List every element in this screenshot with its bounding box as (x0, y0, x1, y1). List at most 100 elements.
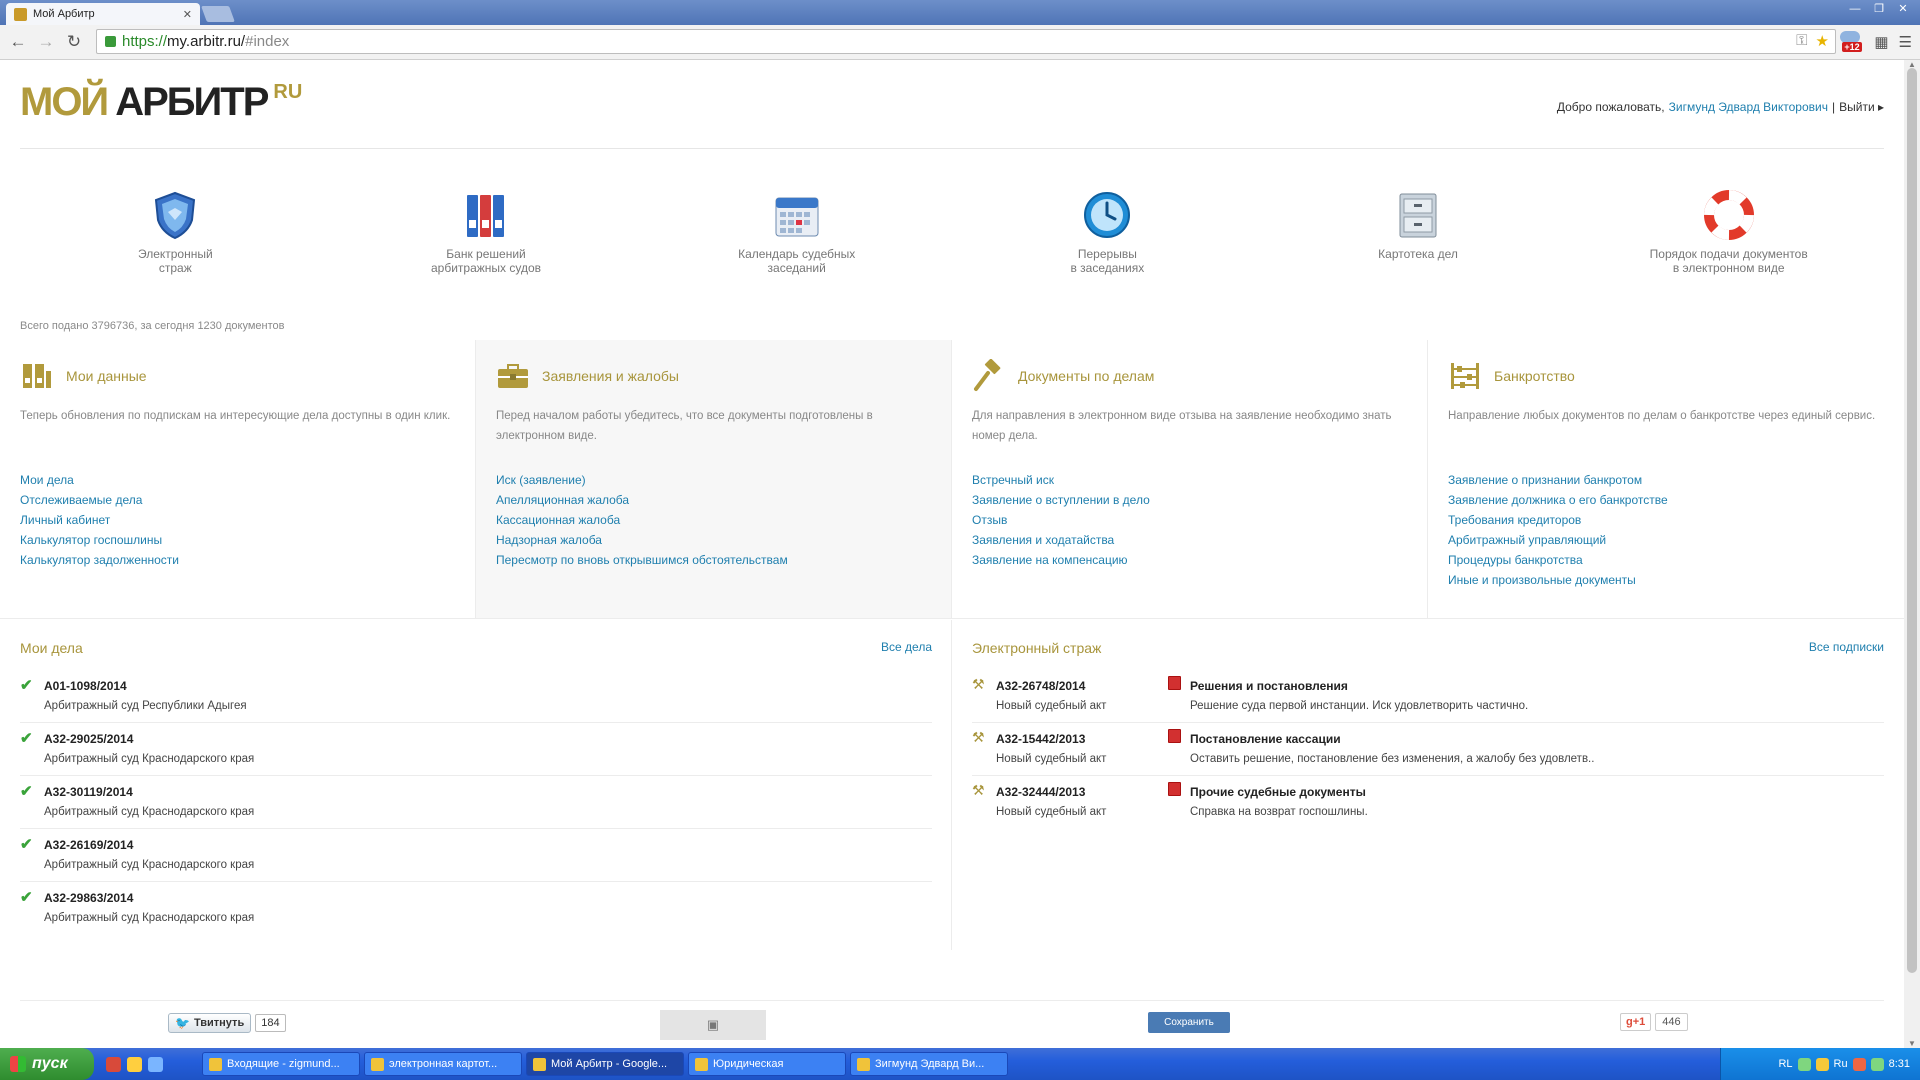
info-columns: Мои данные Теперь обновления по подписка… (0, 340, 1904, 618)
minimize-icon[interactable]: — (1844, 2, 1866, 17)
desktop-icon[interactable] (148, 1056, 163, 1072)
case-row[interactable]: ✔ А01-1098/2014 Арбитражный суд Республик… (20, 670, 932, 723)
address-bar[interactable]: https:// my.arbitr.ru/ #index ⚿ ★ (96, 29, 1836, 54)
new-tab-button[interactable] (201, 6, 235, 22)
antivirus-icon[interactable] (1852, 1057, 1866, 1071)
gavel-icon: ⚒ (972, 729, 985, 745)
check-icon: ✔ (20, 836, 33, 853)
network-icon[interactable] (1797, 1057, 1811, 1071)
security-icon[interactable] (1815, 1057, 1829, 1071)
extension-grid-icon[interactable]: ▦ (1874, 33, 1888, 51)
link-debtor-claim[interactable]: Заявление должника о его банкротстве (1448, 490, 1884, 510)
link-review[interactable]: Пересмотр по вновь открывшимся обстоятел… (496, 550, 931, 570)
section-title: Электронный страж (972, 640, 1102, 656)
link-arbitration-manager[interactable]: Арбитражный управляющий (1448, 530, 1884, 550)
link-appeal[interactable]: Апелляционная жалоба (496, 490, 931, 510)
page-scrollbar[interactable]: ▲ ▼ (1904, 60, 1920, 1048)
link-fee-calculator[interactable]: Калькулятор госпошлины (20, 530, 455, 550)
service-court-calendar[interactable]: Календарь судебных заседаний (641, 190, 952, 290)
scrollbar-thumb[interactable] (1907, 68, 1917, 973)
task-button[interactable]: Юридическая (688, 1052, 846, 1076)
divider (0, 618, 1904, 619)
outlook-icon[interactable] (127, 1056, 142, 1072)
save-button[interactable]: Сохранить (1148, 1012, 1230, 1033)
lock-icon (105, 36, 116, 47)
key-icon[interactable]: ⚿ (1796, 32, 1807, 50)
restore-icon[interactable]: ❐ (1868, 2, 1890, 17)
link-creditor-claims[interactable]: Требования кредиторов (1448, 510, 1884, 530)
link-debt-calculator[interactable]: Калькулятор задолженности (20, 550, 455, 570)
link-cassation[interactable]: Кассационная жалоба (496, 510, 931, 530)
task-button-active[interactable]: Мой Арбитр - Google... (526, 1052, 684, 1076)
check-icon: ✔ (20, 730, 33, 747)
folder-icon (857, 1057, 870, 1071)
link-my-cases[interactable]: Мои дела (20, 470, 455, 490)
windows-flag-icon (10, 1056, 26, 1072)
link-other-documents[interactable]: Иные и произвольные документы (1448, 570, 1884, 590)
language-indicator[interactable]: RL (1778, 1058, 1792, 1070)
link-motions[interactable]: Заявления и ходатайства (972, 530, 1407, 550)
menu-icon[interactable]: ☰ (1899, 33, 1912, 51)
gavel-icon (974, 359, 1001, 391)
case-row[interactable]: ✔ А32-30119/2014 Арбитражный суд Краснода… (20, 776, 932, 829)
task-button[interactable]: электронная картот... (364, 1052, 522, 1076)
service-filing-procedure[interactable]: Порядок подачи документов в электронном … (1573, 190, 1884, 290)
service-case-files[interactable]: Картотека дел (1263, 190, 1574, 290)
column-description: Для направления в электронном виде отзыв… (972, 410, 1392, 442)
tweet-button[interactable]: 🐦 Твитнуть (168, 1013, 252, 1033)
site-logo[interactable]: МОЙ АРБИТР RU (20, 82, 302, 122)
reload-icon[interactable]: ↻ (62, 30, 86, 54)
keyboard-layout[interactable]: Ru (1834, 1058, 1848, 1070)
column-title: Мои данные (66, 368, 147, 384)
task-button[interactable]: Зигмунд Эдвард Ви... (850, 1052, 1008, 1076)
forward-icon[interactable]: → (34, 30, 58, 54)
task-button[interactable]: Входящие - zigmund... (202, 1052, 360, 1076)
image-placeholder-icon[interactable]: ▣ (660, 1010, 766, 1040)
divider (20, 1000, 1884, 1001)
volume-icon[interactable] (1870, 1057, 1884, 1071)
guard-row[interactable]: ⚒ А32-15442/2013 Новый судебный акт Поста… (972, 723, 1884, 776)
link-response[interactable]: Отзыв (972, 510, 1407, 530)
link-join-case[interactable]: Заявление о вступлении в дело (972, 490, 1407, 510)
guard-row[interactable]: ⚒ А32-32444/2013 Новый судебный акт Прочи… (972, 776, 1884, 829)
link-personal-account[interactable]: Личный кабинет (20, 510, 455, 530)
chrome-icon (371, 1057, 384, 1071)
user-name-link[interactable]: Зигмунд Эдвард Викторович (1669, 100, 1828, 114)
column-title: Банкротство (1494, 368, 1575, 384)
back-icon[interactable]: ← (6, 30, 30, 54)
welcome-bar: Добро пожаловать, Зигмунд Эдвард Викторо… (1557, 100, 1884, 114)
clock[interactable]: 8:31 (1889, 1058, 1910, 1070)
gplus-button[interactable]: g+1 (1620, 1013, 1652, 1031)
tweet-count: 184 (255, 1014, 286, 1032)
gplus-widget: g+1 446 (1620, 1013, 1688, 1031)
logout-link[interactable]: Выйти ▸ (1839, 100, 1884, 114)
link-counterclaim[interactable]: Встречный иск (972, 470, 1407, 490)
all-cases-link[interactable]: Все дела (881, 640, 932, 670)
service-decisions-bank[interactable]: Банк решений арбитражных судов (331, 190, 642, 290)
case-row[interactable]: ✔ А32-29025/2014 Арбитражный суд Краснода… (20, 723, 932, 776)
bookmark-star-icon[interactable]: ★ (1816, 32, 1829, 50)
task-buttons: Входящие - zigmund... электронная картот… (202, 1052, 1008, 1076)
chrome-icon[interactable] (106, 1056, 121, 1072)
service-electronic-guard[interactable]: Электронный страж (20, 190, 331, 290)
link-claim[interactable]: Иск (заявление) (496, 470, 931, 490)
all-subscriptions-link[interactable]: Все подписки (1809, 640, 1884, 670)
service-hearing-breaks[interactable]: Перерывы в заседаниях (952, 190, 1263, 290)
start-button[interactable]: пуск (0, 1048, 94, 1080)
url-hash: #index (245, 33, 290, 50)
column-case-documents: Документы по делам Для направления в эле… (952, 340, 1428, 618)
scroll-down-icon[interactable]: ▼ (1908, 1039, 1916, 1048)
extension-cloud-icon[interactable]: +12 (1840, 31, 1864, 53)
divider (20, 148, 1884, 149)
guard-row[interactable]: ⚒ А32-26748/2014 Новый судебный акт Решен… (972, 670, 1884, 723)
link-supervisory[interactable]: Надзорная жалоба (496, 530, 931, 550)
close-window-icon[interactable]: ✕ (1892, 2, 1914, 17)
link-bankruptcy-claim[interactable]: Заявление о признании банкротом (1448, 470, 1884, 490)
case-row[interactable]: ✔ А32-26169/2014 Арбитражный суд Краснода… (20, 829, 932, 882)
link-compensation[interactable]: Заявление на компенсацию (972, 550, 1407, 570)
tab-close-icon[interactable]: ✕ (183, 8, 192, 21)
link-tracked-cases[interactable]: Отслеживаемые дела (20, 490, 455, 510)
link-bankruptcy-procedures[interactable]: Процедуры банкротства (1448, 550, 1884, 570)
browser-tab[interactable]: Мой Арбитр ✕ (6, 3, 200, 25)
case-row[interactable]: ✔ А32-29863/2014 Арбитражный суд Краснода… (20, 882, 932, 935)
